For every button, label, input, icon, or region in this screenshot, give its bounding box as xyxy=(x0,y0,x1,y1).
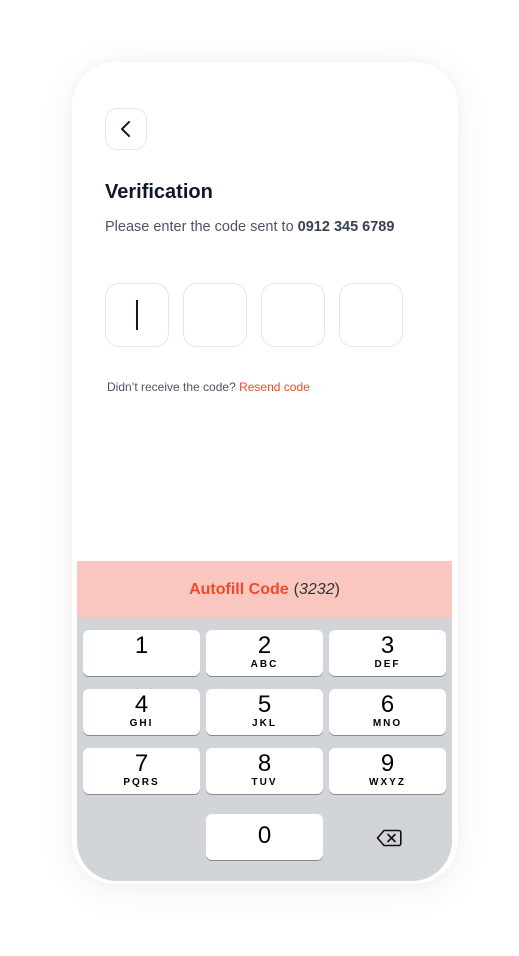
code-input-row xyxy=(105,283,403,347)
autofill-code-value: 3232 xyxy=(298,580,335,598)
code-digit-2[interactable] xyxy=(183,283,247,347)
key-2[interactable]: 2 ABC xyxy=(206,630,323,676)
key-letters: JKL xyxy=(252,718,277,729)
key-letters: GHI xyxy=(129,718,154,729)
subtitle-text: Please enter the code sent to xyxy=(105,219,294,235)
autofill-code: (3232) xyxy=(294,581,340,599)
code-digit-3[interactable] xyxy=(261,283,325,347)
autofill-code-button[interactable]: Autofill Code (3232) xyxy=(77,561,452,618)
key-1[interactable]: 1 xyxy=(83,630,200,676)
phone-number: 0912 345 6789 xyxy=(297,219,395,235)
key-8[interactable]: 8 TUV xyxy=(206,748,323,794)
key-digit: 2 xyxy=(257,632,272,659)
key-letters: PQRS xyxy=(123,777,160,788)
key-digit: 5 xyxy=(257,691,272,718)
key-0[interactable]: 0 xyxy=(206,814,323,860)
key-digit: 7 xyxy=(134,750,149,777)
code-digit-4[interactable] xyxy=(339,283,403,347)
text-caret xyxy=(136,300,138,330)
autofill-code-close: ) xyxy=(334,580,340,598)
backspace-icon xyxy=(376,829,402,847)
key-digit: 3 xyxy=(380,632,395,659)
phone-screen: Verification Please enter the code sent … xyxy=(72,62,458,884)
key-digit: 0 xyxy=(257,822,272,849)
key-4[interactable]: 4 GHI xyxy=(83,689,200,735)
resend-code-link[interactable]: Resend code xyxy=(239,380,310,394)
key-7[interactable]: 7 PQRS xyxy=(83,748,200,794)
key-3[interactable]: 3 DEF xyxy=(329,630,446,676)
delete-key[interactable] xyxy=(369,826,409,850)
autofill-label: Autofill Code xyxy=(189,580,289,598)
key-letters: TUV xyxy=(251,777,278,788)
page-title: Verification xyxy=(105,181,213,203)
numeric-keyboard: Autofill Code (3232) 1 2 ABC 3 DEF 4 GHI… xyxy=(77,561,452,881)
key-5[interactable]: 5 JKL xyxy=(206,689,323,735)
key-digit: 1 xyxy=(134,632,149,659)
resend-prompt: Didn’t receive the code? xyxy=(107,380,236,394)
back-button[interactable] xyxy=(105,108,147,150)
key-digit: 9 xyxy=(380,750,395,777)
subtitle: Please enter the code sent to 0912 345 6… xyxy=(105,219,394,235)
key-letters: ABC xyxy=(250,659,279,670)
key-6[interactable]: 6 MNO xyxy=(329,689,446,735)
key-letters: WXYZ xyxy=(369,777,406,788)
key-digit: 6 xyxy=(380,691,395,718)
resend-row: Didn’t receive the code? Resend code xyxy=(107,380,310,394)
chevron-left-icon xyxy=(121,121,130,137)
key-9[interactable]: 9 WXYZ xyxy=(329,748,446,794)
key-letters: DEF xyxy=(374,659,401,670)
key-digit: 4 xyxy=(134,691,149,718)
key-letters: MNO xyxy=(372,718,403,729)
key-digit: 8 xyxy=(257,750,272,777)
